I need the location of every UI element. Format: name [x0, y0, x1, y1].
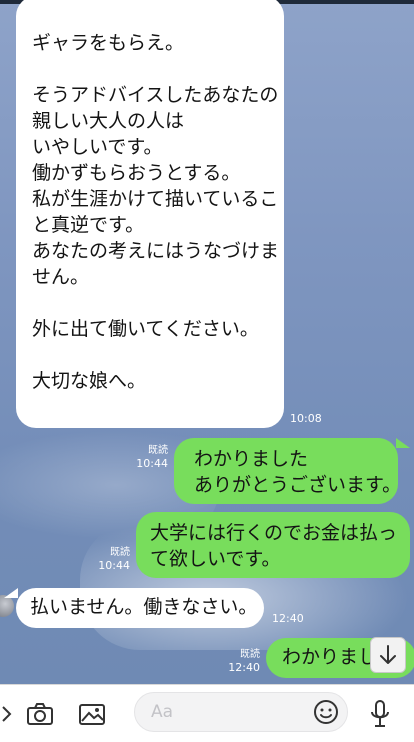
bubble-tail	[4, 588, 18, 598]
message-line: わかりました	[194, 448, 309, 470]
message-read-time: 既読 10:44	[98, 547, 130, 572]
chat-area[interactable]: ギャラをもらえ。そうアドバイスしたあなたの 親しい大人の人は いやしいです。働かずも…	[0, 0, 414, 684]
message-line: と真逆です。	[32, 214, 145, 236]
sent-message-bubble[interactable]: わかりましたありがとうございます。	[174, 438, 402, 504]
message-line: 私が生涯かけて描いているこ	[32, 188, 279, 210]
message-time: 12:40	[272, 612, 304, 625]
message-line: 働かずもらおうとする。	[32, 162, 241, 184]
message-line: ギャラをもらえ。	[32, 32, 185, 54]
message-line: 払いません。働きなさい。	[30, 596, 258, 618]
message-input[interactable]	[149, 701, 303, 723]
emoji-icon	[314, 700, 338, 724]
received-message-bubble[interactable]: 払いません。働きなさい。	[16, 588, 264, 628]
message-text: ギャラをもらえ。そうアドバイスしたあなたの 親しい大人の人は いやしいです。働かずも…	[32, 30, 280, 394]
message-input-field[interactable]	[134, 692, 348, 732]
message-read-time: 既読 10:44	[136, 445, 168, 470]
image-icon	[79, 703, 105, 725]
microphone-icon	[371, 699, 389, 727]
message-text: 大学には行くのでお金は払っ て欲しいです。	[150, 520, 406, 572]
message-text: 払いません。働きなさい。	[30, 594, 258, 620]
chevron-right-icon	[2, 705, 12, 722]
message-line: 大学には行くのでお金は払っ	[150, 522, 398, 544]
image-button[interactable]	[74, 685, 110, 742]
message-line: 親しい大人の人は	[32, 110, 185, 132]
avatar[interactable]	[0, 595, 14, 617]
message-read-time: 既読 12:40	[228, 649, 260, 674]
message-text: わかりましたありがとうございます。	[194, 446, 402, 498]
message-line: 外に出て働いてください。	[32, 318, 259, 340]
bubble-tail	[396, 438, 410, 448]
emoji-button[interactable]	[313, 699, 339, 725]
arrow-down-icon	[380, 645, 396, 664]
message-line: て欲しいです。	[150, 548, 281, 570]
microphone-button[interactable]	[362, 685, 398, 742]
message-line: あなたの考えにはうなづけま	[32, 240, 280, 262]
message-line: そうアドバイスしたあなたの	[32, 84, 279, 106]
camera-button[interactable]	[22, 685, 58, 742]
received-message-bubble[interactable]: ギャラをもらえ。そうアドバイスしたあなたの 親しい大人の人は いやしいです。働かずも…	[16, 0, 284, 428]
scroll-to-bottom-button[interactable]	[370, 637, 406, 673]
message-line: いやしいです。	[32, 136, 163, 158]
message-time: 10:08	[290, 412, 322, 425]
menu-toggle-button[interactable]	[0, 685, 14, 742]
message-line: せん。	[32, 266, 90, 288]
camera-icon	[27, 702, 53, 725]
sent-message-bubble[interactable]: 大学には行くのでお金は払っ て欲しいです。	[136, 512, 410, 578]
message-line: 大切な娘へ。	[32, 370, 147, 392]
message-line: ありがとうございます。	[194, 474, 402, 496]
